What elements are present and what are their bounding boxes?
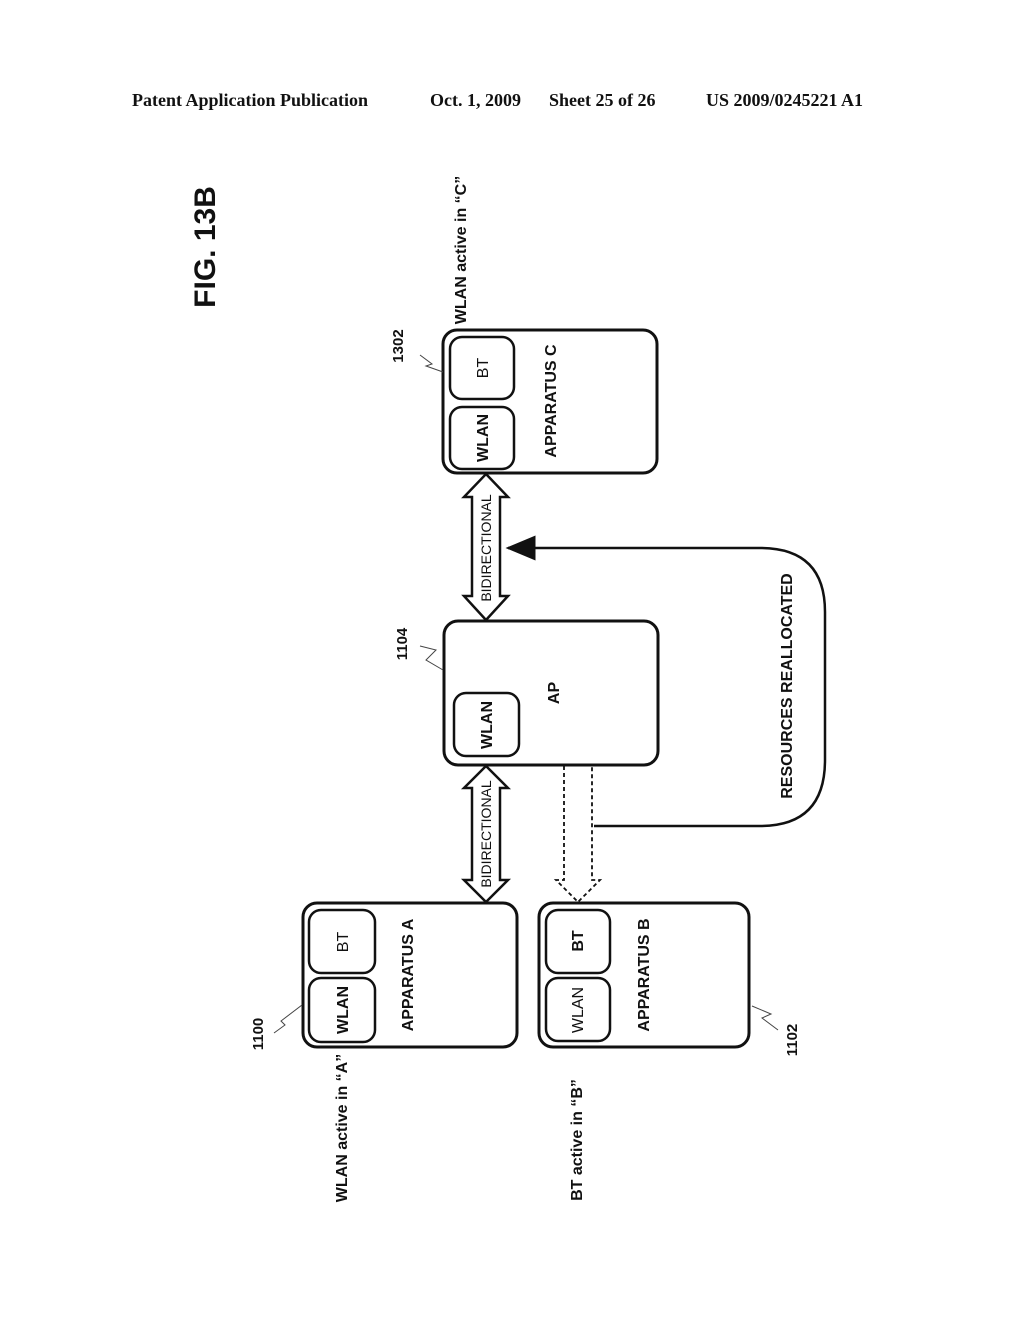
apparatus-b-ref: 1102 [784,1024,801,1057]
dashed-down-arrow-icon [553,766,603,904]
apparatus-b-bt-label: BT [570,930,587,952]
apparatus-b-status: BT active in “B” [569,1079,586,1201]
apparatus-c-ref: 1302 [390,329,407,362]
apparatus-c-label: APPARATUS C [543,344,560,458]
apparatus-a: WLAN BT APPARATUS A [301,901,519,1049]
link-ap-to-c-label: BIDIRECTIONAL [478,494,494,602]
apparatus-c-bt-label: BT [475,358,492,379]
apparatus-a-status: WLAN active in “A” [334,1054,351,1202]
apparatus-c-status: WLAN active in “C” [453,176,470,324]
apparatus-a-ref: 1100 [250,1018,267,1051]
apparatus-a-label: APPARATUS A [400,918,417,1031]
link-ap-to-a-label: BIDIRECTIONAL [478,780,494,888]
apparatus-c-wlan-label: WLAN [475,414,492,462]
apparatus-b-label: APPARATUS B [636,918,653,1031]
link-ap-to-a: BIDIRECTIONAL [460,764,512,904]
apparatus-c-ref-leader [419,354,444,373]
apparatus-a-bt-label: BT [335,932,352,953]
ap-ref: 1104 [394,627,411,660]
ap-ref-leader [419,645,444,671]
apparatus-a-wlan-label: WLAN [335,986,352,1034]
ap-wlan-label: WLAN [479,701,496,749]
apparatus-c: WLAN BT APPARATUS C [441,328,659,475]
apparatus-b-ref-leader [751,1005,779,1031]
link-ap-to-c: BIDIRECTIONAL [461,472,511,622]
apparatus-b: WLAN BT APPARATUS B [537,901,751,1049]
ap-label: AP [546,682,563,705]
apparatus-b-wlan-label: WLAN [570,987,587,1033]
figure-title: FIG. 13B [189,186,222,308]
figure-canvas: FIG. 13B WLAN BT APPARATUS C 1302 WLAN a… [189,176,827,1202]
access-point: WLAN AP [442,619,660,767]
apparatus-a-ref-leader [273,1004,303,1034]
resources-reallocated-label: RESOURCES REALLOCATED [779,573,796,799]
